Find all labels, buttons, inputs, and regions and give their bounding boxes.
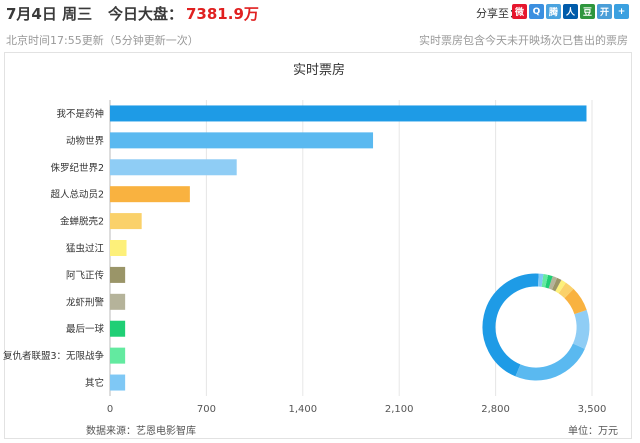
x-tick-label: 2,800: [481, 404, 510, 415]
bars: [110, 105, 587, 391]
x-tick-label: 2,100: [385, 404, 414, 415]
unit-label: 单位：万元: [568, 426, 618, 437]
category-label: 阿飞正传: [66, 269, 105, 281]
donut-slice: [551, 277, 562, 292]
category-label: 龙虾刑警: [66, 296, 105, 308]
category-label: 金蝉脱壳2: [60, 216, 104, 228]
category-label: 其它: [85, 377, 104, 389]
bar: [110, 347, 126, 364]
category-labels: 我不是药神动物世界侏罗纪世界2 超人总动员2 金蝉脱壳2 猛虫过江阿飞正传龙虾刑警最后…: [3, 108, 105, 389]
x-tick-labels: 0 700 1,400 2,100 2,800 3,500: [107, 404, 607, 415]
bar: [110, 186, 190, 203]
donut-slice: [564, 288, 587, 315]
donut-slice: [482, 273, 539, 377]
bar: [110, 293, 126, 310]
category-label: 猛虫过江: [66, 243, 105, 255]
donut-slice: [545, 274, 553, 289]
bar: [110, 159, 237, 176]
category-label: 最后一球: [66, 323, 105, 335]
category-label: 我不是药神: [56, 108, 104, 120]
x-tick-label: 3,500: [578, 404, 607, 415]
share-donut: [482, 273, 590, 381]
donut-slice: [558, 282, 574, 299]
category-label: 复仇者联盟3：无限战争: [3, 350, 105, 362]
x-tick-label: 1,400: [288, 404, 317, 415]
bar: [110, 266, 126, 283]
category-label: 超人总动员2: [50, 189, 104, 201]
box-office-chart: 实时票房 我不是药神动物世界侏罗纪世界2 超人总动员2 金蝉脱壳2 猛虫过江阿飞正传龙…: [3, 62, 607, 415]
donut-slice: [541, 274, 549, 288]
donut-slice: [548, 276, 558, 290]
donut-slice: [555, 279, 566, 294]
bar: [110, 374, 126, 391]
category-label: 侏罗纪世界2: [50, 162, 104, 174]
x-tick-label: 0: [107, 404, 113, 415]
bar: [110, 213, 142, 230]
bar: [110, 105, 587, 122]
bar: [110, 132, 374, 149]
donut-slice: [515, 343, 585, 381]
donut-slice: [572, 309, 590, 349]
chart-title: 实时票房: [293, 62, 345, 78]
bar: [110, 240, 127, 256]
data-source: 数据来源：艺恩电影智库: [86, 426, 196, 437]
bar: [110, 320, 126, 337]
x-tick-label: 700: [197, 404, 216, 415]
category-label: 动物世界: [66, 135, 105, 147]
